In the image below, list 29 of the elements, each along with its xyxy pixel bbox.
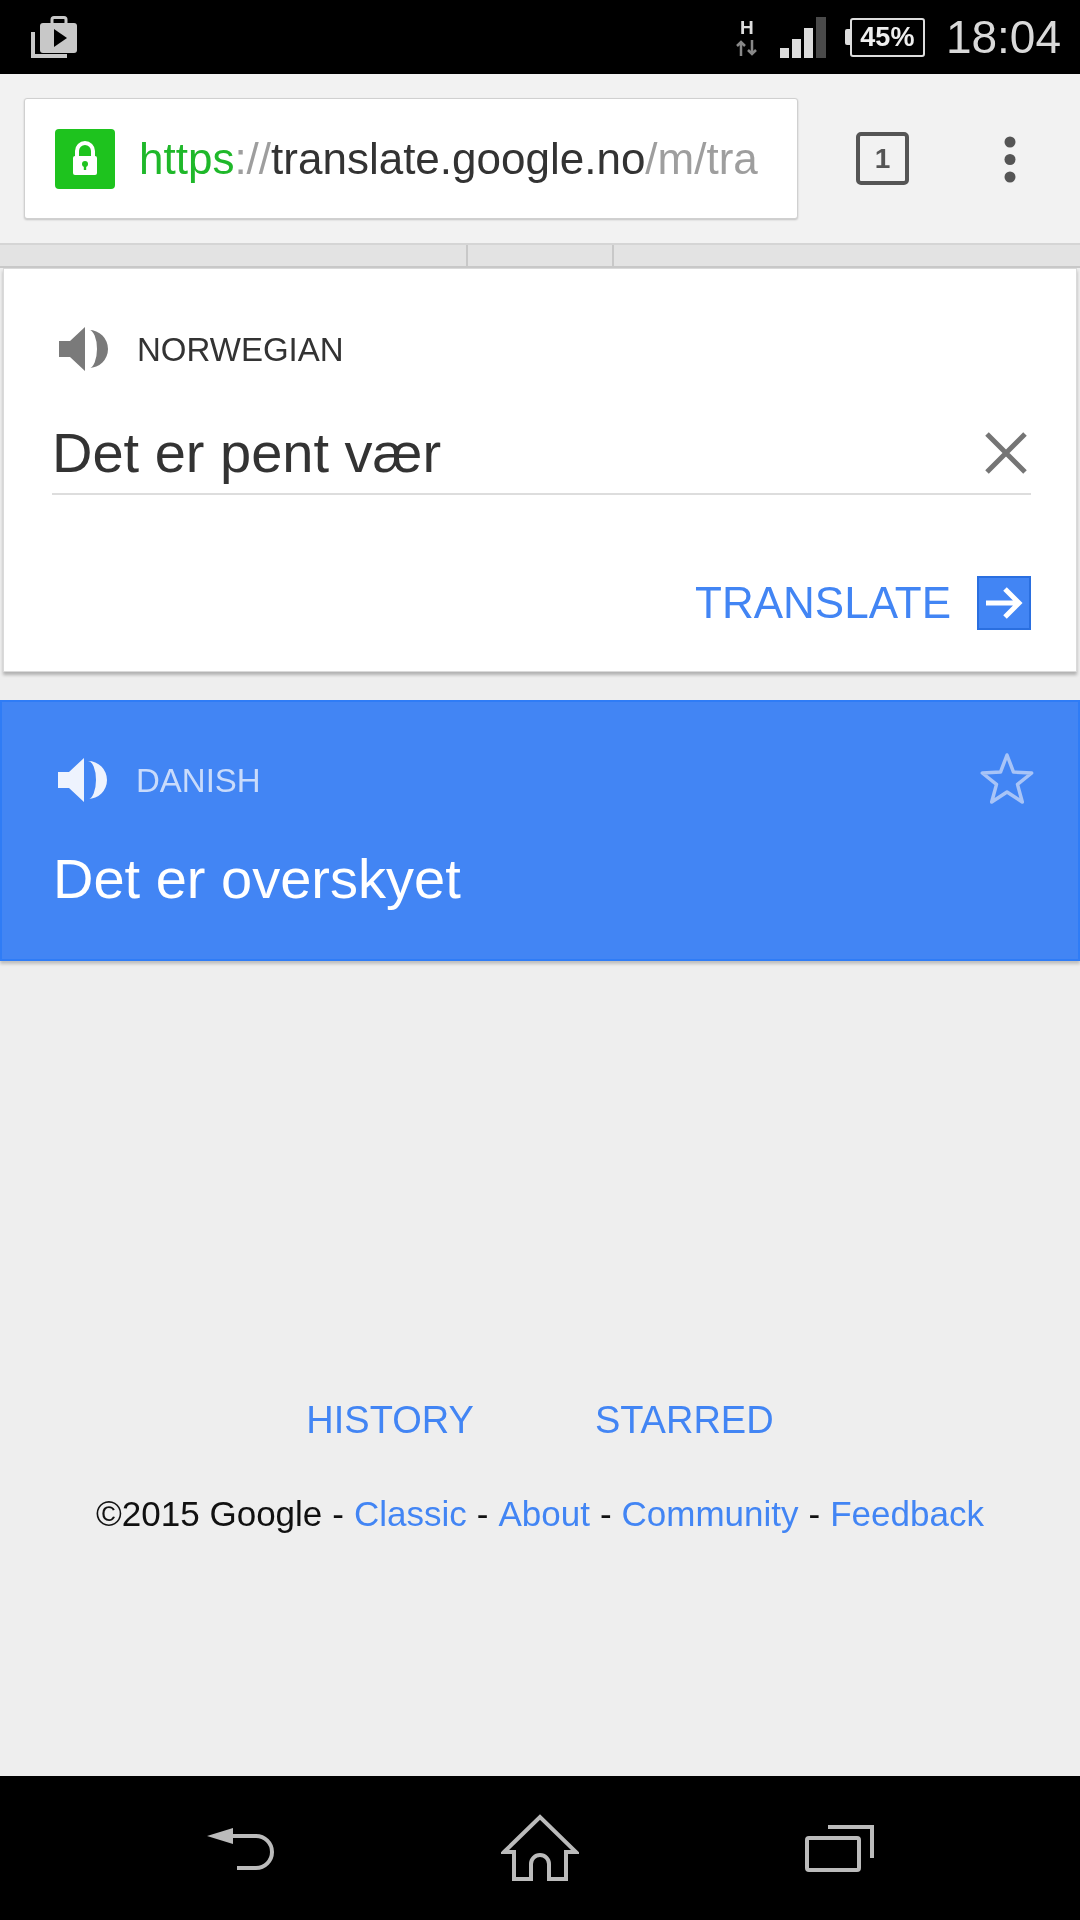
separator-text: -: [599, 1493, 612, 1535]
translation-text: Det er overskyet: [53, 846, 462, 912]
menu-icon[interactable]: [1004, 136, 1016, 183]
recents-icon[interactable]: [804, 1824, 874, 1872]
footer-link[interactable]: Feedback: [830, 1492, 984, 1536]
tab-count-button[interactable]: 1: [856, 132, 909, 185]
footer-link[interactable]: About: [498, 1492, 590, 1536]
source-text-field[interactable]: Det er pent vær: [52, 419, 1031, 495]
separator-text: -: [476, 1493, 489, 1535]
home-icon[interactable]: [500, 1814, 579, 1882]
address-bar[interactable]: https://translate.google.no/m/tra: [24, 98, 798, 219]
data-arrows-icon: [734, 38, 759, 57]
url-text: https://translate.google.no/m/tra: [139, 136, 758, 181]
footer-link[interactable]: Classic: [354, 1492, 467, 1536]
target-language-label: DANISH: [136, 763, 261, 797]
copyright-text: ©2015 Google: [96, 1493, 323, 1535]
separator-text: -: [808, 1493, 821, 1535]
nav-link[interactable]: HISTORY: [306, 1396, 474, 1444]
battery-indicator: 45%: [844, 17, 925, 57]
network-type-text: H: [740, 17, 754, 37]
source-language-label: NORWEGIAN: [137, 332, 344, 366]
translate-button[interactable]: TRANSLATE: [695, 576, 1031, 630]
footer-link[interactable]: Community: [621, 1492, 799, 1536]
signal-icon: [779, 16, 826, 58]
clear-icon[interactable]: [984, 430, 1028, 475]
nav-link[interactable]: STARRED: [594, 1396, 774, 1444]
bag-play-icon: [31, 15, 77, 59]
separator-text: -: [332, 1493, 344, 1535]
clock-text: 18:04: [945, 14, 1061, 60]
